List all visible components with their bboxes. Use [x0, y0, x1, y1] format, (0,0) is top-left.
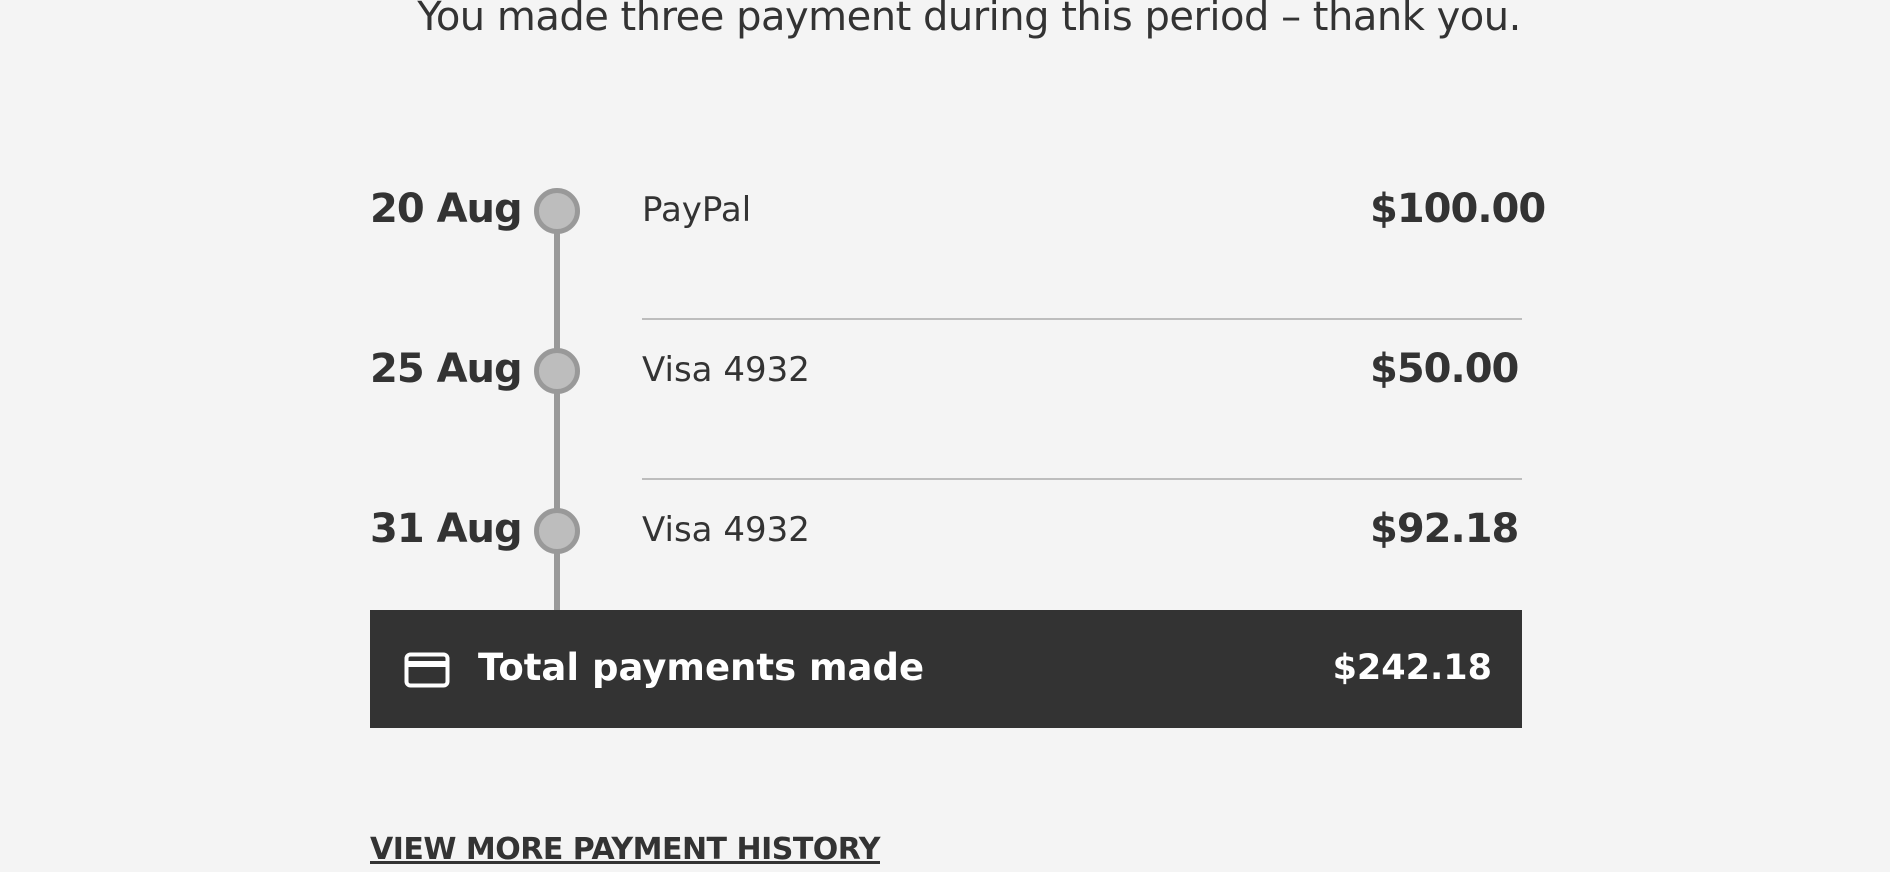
- payment-date: 31 Aug: [370, 506, 523, 552]
- total-label: Total payments made: [478, 646, 925, 689]
- payment-method: Visa 4932: [642, 350, 810, 390]
- payment-amount: $50.00: [1370, 346, 1519, 392]
- summary-message: You made three payment during this perio…: [417, 0, 1521, 40]
- total-payments-bar: Total payments made $242.18: [370, 610, 1522, 728]
- payment-timeline: 20 Aug PayPal $100.00 25 Aug Visa 4932 $…: [370, 160, 1546, 654]
- timeline-node-icon: [534, 188, 580, 234]
- payment-date: 20 Aug: [370, 186, 523, 232]
- payment-row: 25 Aug Visa 4932 $50.00: [370, 320, 1522, 480]
- payment-method: PayPal: [642, 190, 752, 230]
- timeline-node-icon: [534, 348, 580, 394]
- payment-amount: $92.18: [1370, 506, 1519, 552]
- total-amount: $242.18: [1332, 648, 1492, 688]
- payment-method: Visa 4932: [642, 510, 810, 550]
- view-payment-history-link[interactable]: VIEW MORE PAYMENT HISTORY: [370, 832, 881, 867]
- payment-amount: $100.00: [1370, 186, 1546, 232]
- timeline-node-icon: [534, 508, 580, 554]
- credit-card-icon: [404, 652, 450, 688]
- payment-date: 25 Aug: [370, 346, 523, 392]
- payment-row: 20 Aug PayPal $100.00: [370, 160, 1546, 320]
